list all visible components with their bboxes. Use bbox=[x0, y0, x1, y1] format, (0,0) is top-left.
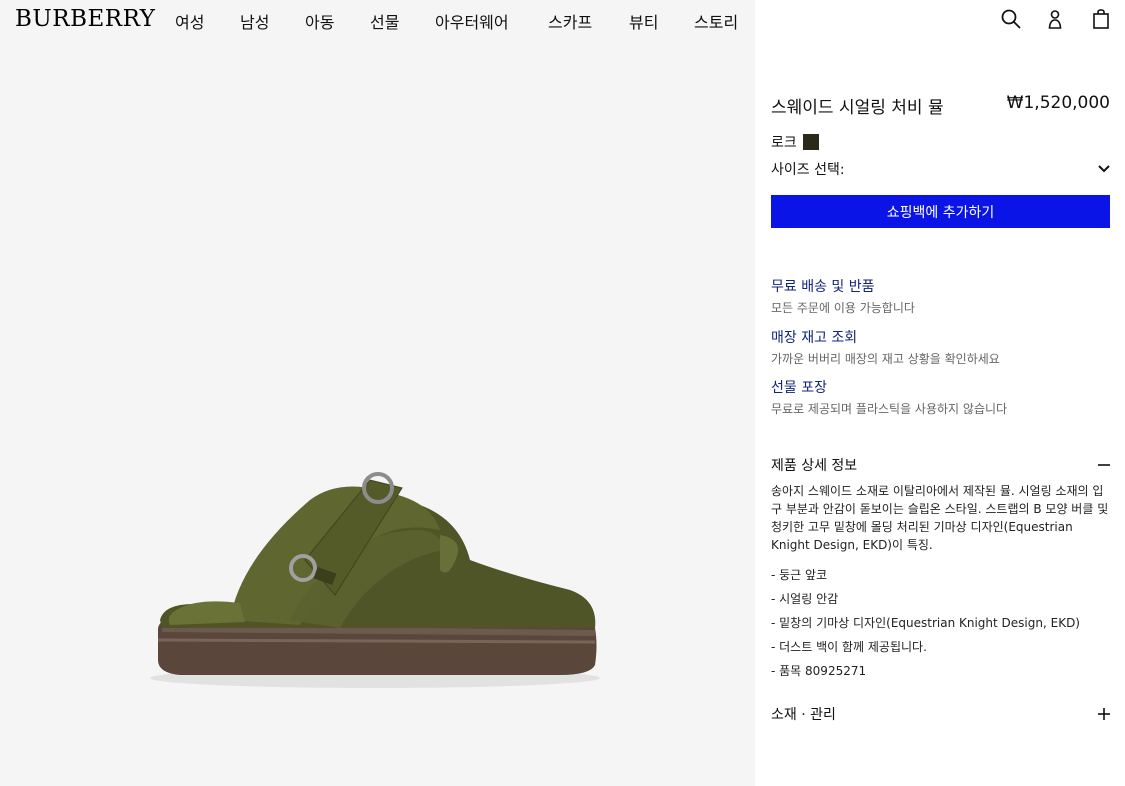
product-description: 송아지 스웨이드 소재로 이탈리아에서 제작된 뮬. 시얼링 소재의 입구 부분… bbox=[771, 484, 1109, 552]
gift-wrap-link[interactable]: 선물 포장 bbox=[771, 377, 1111, 397]
nav-outerwear[interactable]: 아우터웨어 bbox=[435, 9, 509, 33]
materials-care-accordion[interactable]: 소재 · 관리 bbox=[771, 704, 1110, 724]
product-details-accordion[interactable]: 제품 상세 정보 bbox=[771, 455, 1110, 475]
list-item: - 밑창의 기마상 디자인(Equestrian Knight Design, … bbox=[771, 616, 1080, 630]
store-stock-link[interactable]: 매장 재고 조회 bbox=[771, 327, 1111, 347]
nav-women[interactable]: 여성 bbox=[175, 9, 204, 33]
product-title: 스웨이드 시얼링 처비 뮬 bbox=[771, 98, 944, 118]
list-item: - 더스트 백이 함께 제공됩니다. bbox=[771, 640, 927, 654]
chevron-down-icon bbox=[1098, 165, 1110, 173]
add-to-bag-button[interactable]: 쇼핑백에 추가하기 bbox=[771, 195, 1110, 228]
color-swatch[interactable] bbox=[802, 134, 819, 150]
list-item: - 품목 80925271 bbox=[771, 664, 867, 678]
product-image-panel: BURBERRY 여성 남성 아동 선물 아우터웨어 스카프 뷰티 스토리 bbox=[0, 0, 755, 786]
service-gift-wrap: 선물 포장 무료로 제공되며 플라스틱을 사용하지 않습니다 bbox=[771, 377, 1111, 417]
service-store-stock: 매장 재고 조회 가까운 버버리 매장의 재고 상황을 확인하세요 bbox=[771, 327, 1111, 367]
product-feature-list: - 둥근 앞코 - 시얼링 안감 - 밑창의 기마상 디자인(Equestria… bbox=[771, 565, 1111, 685]
size-select-label: 사이즈 선택: bbox=[771, 162, 845, 178]
materials-care-title: 소재 · 관리 bbox=[771, 707, 836, 723]
product-image-shearling-mule bbox=[150, 472, 600, 688]
store-stock-note: 가까운 버버리 매장의 재고 상황을 확인하세요 bbox=[771, 352, 1000, 366]
color-label: 로크 bbox=[771, 135, 797, 151]
nav-beauty[interactable]: 뷰티 bbox=[629, 9, 658, 33]
nav-scarves[interactable]: 스카프 bbox=[548, 9, 592, 33]
shopping-bag-icon[interactable] bbox=[1090, 8, 1112, 30]
size-select[interactable]: 사이즈 선택: bbox=[771, 159, 1110, 179]
brand-logo[interactable]: BURBERRY bbox=[15, 6, 155, 32]
nav-gifts[interactable]: 선물 bbox=[370, 9, 399, 33]
account-icon[interactable] bbox=[1044, 8, 1066, 30]
product-details-title: 제품 상세 정보 bbox=[771, 458, 858, 474]
plus-icon bbox=[1098, 708, 1110, 720]
list-item: - 시얼링 안감 bbox=[771, 592, 839, 606]
product-price: ₩1,520,000 bbox=[1006, 93, 1110, 113]
nav-stories[interactable]: 스토리 bbox=[694, 9, 738, 33]
free-shipping-link[interactable]: 무료 배송 및 반품 bbox=[771, 276, 1111, 296]
gift-wrap-note: 무료로 제공되며 플라스틱을 사용하지 않습니다 bbox=[771, 402, 1008, 416]
service-free-shipping: 무료 배송 및 반품 모든 주문에 이용 가능합니다 bbox=[771, 276, 1111, 316]
free-shipping-note: 모든 주문에 이용 가능합니다 bbox=[771, 301, 915, 315]
color-selector: 로크 bbox=[771, 132, 819, 152]
search-icon[interactable] bbox=[1000, 8, 1022, 30]
nav-men[interactable]: 남성 bbox=[240, 9, 269, 33]
list-item: - 둥근 앞코 bbox=[771, 568, 828, 582]
minus-icon bbox=[1098, 464, 1110, 466]
nav-children[interactable]: 아동 bbox=[305, 9, 334, 33]
